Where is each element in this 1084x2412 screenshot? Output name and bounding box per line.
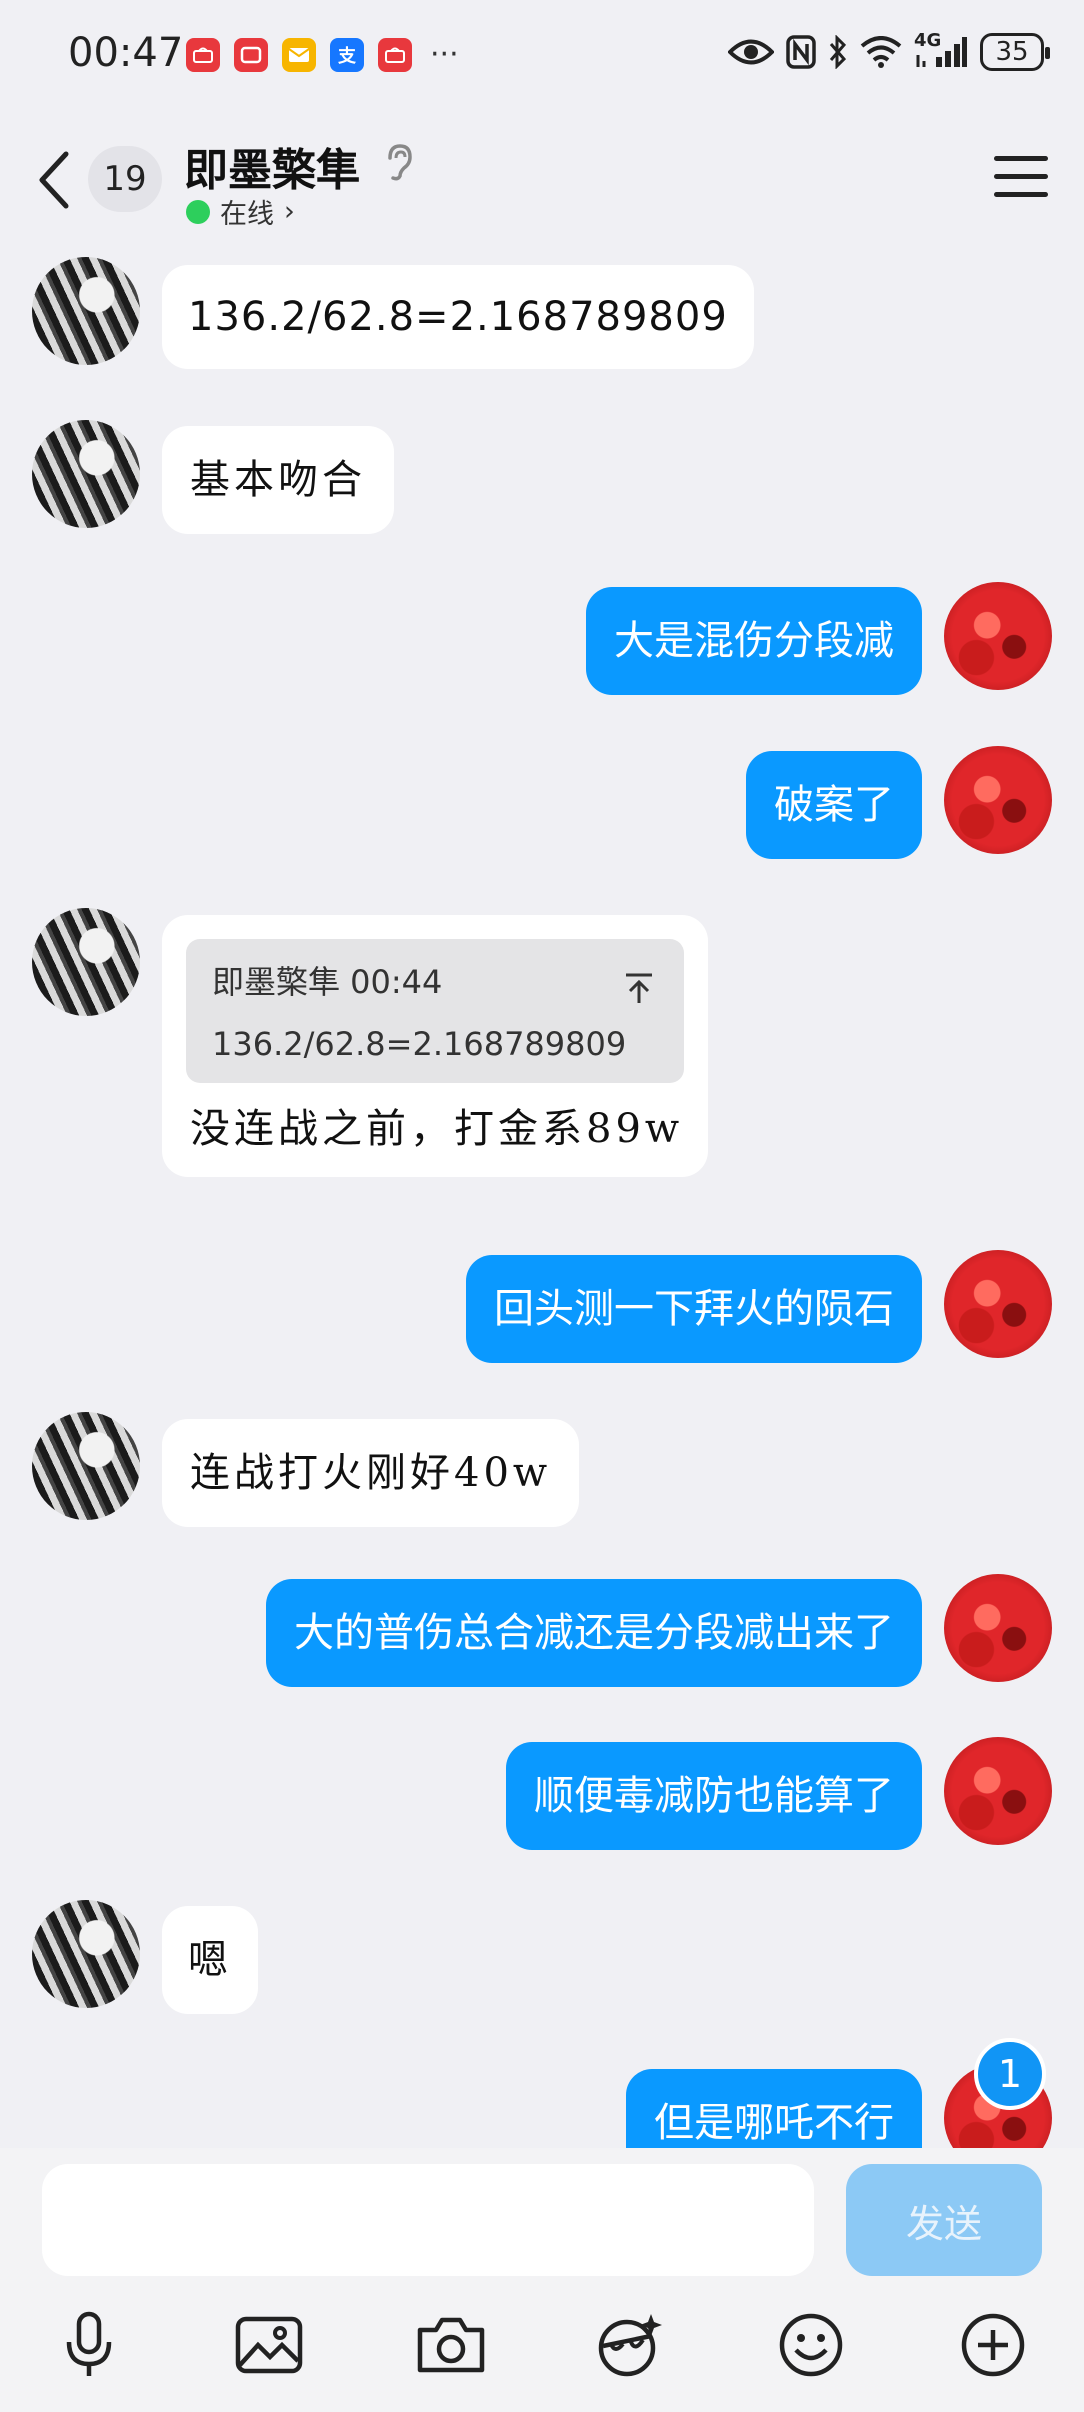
cellular-signal-icon: 4G bbox=[914, 30, 968, 72]
contact-avatar[interactable] bbox=[32, 908, 140, 1016]
plus-icon[interactable] bbox=[950, 2302, 1036, 2388]
hamburger-icon-line bbox=[994, 192, 1048, 197]
hamburger-icon-line bbox=[994, 174, 1048, 179]
nfc-icon bbox=[786, 32, 816, 72]
contact-avatar[interactable] bbox=[32, 1412, 140, 1520]
back-button[interactable] bbox=[34, 148, 84, 218]
system-icons: 4G 35 bbox=[728, 30, 1050, 72]
online-status[interactable]: 在线 › bbox=[186, 192, 295, 231]
toolbar bbox=[0, 2302, 1084, 2412]
huawei-app-icon bbox=[186, 38, 220, 72]
jump-to-top-icon[interactable] bbox=[622, 967, 656, 1019]
notification-icons: 支 ··· bbox=[186, 38, 459, 72]
bluetooth-icon bbox=[828, 32, 848, 72]
outgoing-message[interactable]: 回头测一下拜火的陨石 bbox=[466, 1255, 922, 1363]
wifi-icon bbox=[860, 32, 902, 72]
online-status-label: 在线 bbox=[220, 199, 274, 230]
my-avatar[interactable] bbox=[944, 1574, 1052, 1682]
hamburger-icon-line bbox=[994, 156, 1048, 161]
new-message-badge[interactable]: 1 bbox=[974, 2038, 1046, 2110]
contact-avatar[interactable] bbox=[32, 420, 140, 528]
outgoing-message[interactable]: 大的普伤总合减还是分段减出来了 bbox=[266, 1579, 922, 1687]
ear-icon[interactable] bbox=[382, 142, 416, 186]
contact-avatar[interactable] bbox=[32, 1900, 140, 2008]
message-list[interactable]: 136.2/62.8=2.168789809 基本吻合 大是混伤分段减 破案了 … bbox=[0, 240, 1084, 2148]
more-notifications-icon: ··· bbox=[430, 37, 459, 72]
huawei-store-icon bbox=[378, 38, 412, 72]
chevron-left-icon bbox=[39, 151, 69, 209]
reply-text: 没连战之前，打金系89w bbox=[190, 1106, 684, 1152]
eye-icon bbox=[728, 32, 774, 72]
clock: 00:47 bbox=[68, 30, 184, 76]
incoming-reply-message[interactable]: 即墨檠隼 00:44 136.2/62.8=2.168789809 没连战之前，… bbox=[162, 915, 708, 1177]
my-avatar[interactable] bbox=[944, 1737, 1052, 1845]
incoming-message[interactable]: 嗯 bbox=[162, 1906, 258, 2014]
quote-text: 136.2/62.8=2.168789809 bbox=[212, 1025, 627, 1063]
incoming-message[interactable]: 136.2/62.8=2.168789809 bbox=[162, 265, 754, 369]
outgoing-message[interactable]: 顺便毒减防也能算了 bbox=[506, 1742, 922, 1850]
unread-count-badge[interactable]: 19 bbox=[88, 146, 162, 212]
incoming-message[interactable]: 基本吻合 bbox=[162, 426, 394, 534]
microphone-icon[interactable] bbox=[46, 2302, 132, 2388]
camera-icon[interactable] bbox=[408, 2302, 494, 2388]
battery-indicator: 35 bbox=[980, 33, 1050, 71]
battery-level: 35 bbox=[995, 37, 1029, 67]
send-button[interactable]: 发送 bbox=[846, 2164, 1042, 2276]
quoted-message[interactable]: 即墨檠隼 00:44 136.2/62.8=2.168789809 bbox=[186, 939, 684, 1083]
incoming-message[interactable]: 连战打火刚好40w bbox=[162, 1419, 580, 1527]
quote-sender-time: 即墨檠隼 00:44 bbox=[212, 963, 443, 1001]
my-avatar[interactable] bbox=[944, 1250, 1052, 1358]
alipay-icon: 支 bbox=[330, 38, 364, 72]
chevron-right-icon: › bbox=[284, 196, 295, 227]
contact-name[interactable]: 即墨檠隼 bbox=[184, 134, 360, 198]
outgoing-message[interactable]: 破案了 bbox=[746, 751, 922, 859]
outgoing-message[interactable]: 大是混伤分段减 bbox=[586, 587, 922, 695]
emoji-icon[interactable] bbox=[768, 2302, 854, 2388]
sticker-icon[interactable] bbox=[586, 2302, 672, 2388]
status-bar: 00:47 支 ··· 4G 35 bbox=[0, 0, 1084, 110]
chat-header: 19 即墨檠隼 在线 › bbox=[0, 110, 1084, 240]
contact-avatar[interactable] bbox=[32, 257, 140, 365]
input-bar: 发送 bbox=[0, 2148, 1084, 2412]
mail-icon bbox=[282, 38, 316, 72]
my-avatar[interactable] bbox=[944, 746, 1052, 854]
network-type: 4G bbox=[914, 30, 942, 51]
message-input[interactable] bbox=[42, 2164, 814, 2276]
image-icon[interactable] bbox=[226, 2302, 312, 2388]
menu-button[interactable] bbox=[994, 156, 1048, 202]
my-avatar[interactable] bbox=[944, 582, 1052, 690]
outgoing-message[interactable]: 但是哪吒不行 bbox=[626, 2069, 922, 2148]
huawei-video-icon bbox=[234, 38, 268, 72]
online-dot-icon bbox=[186, 199, 210, 224]
